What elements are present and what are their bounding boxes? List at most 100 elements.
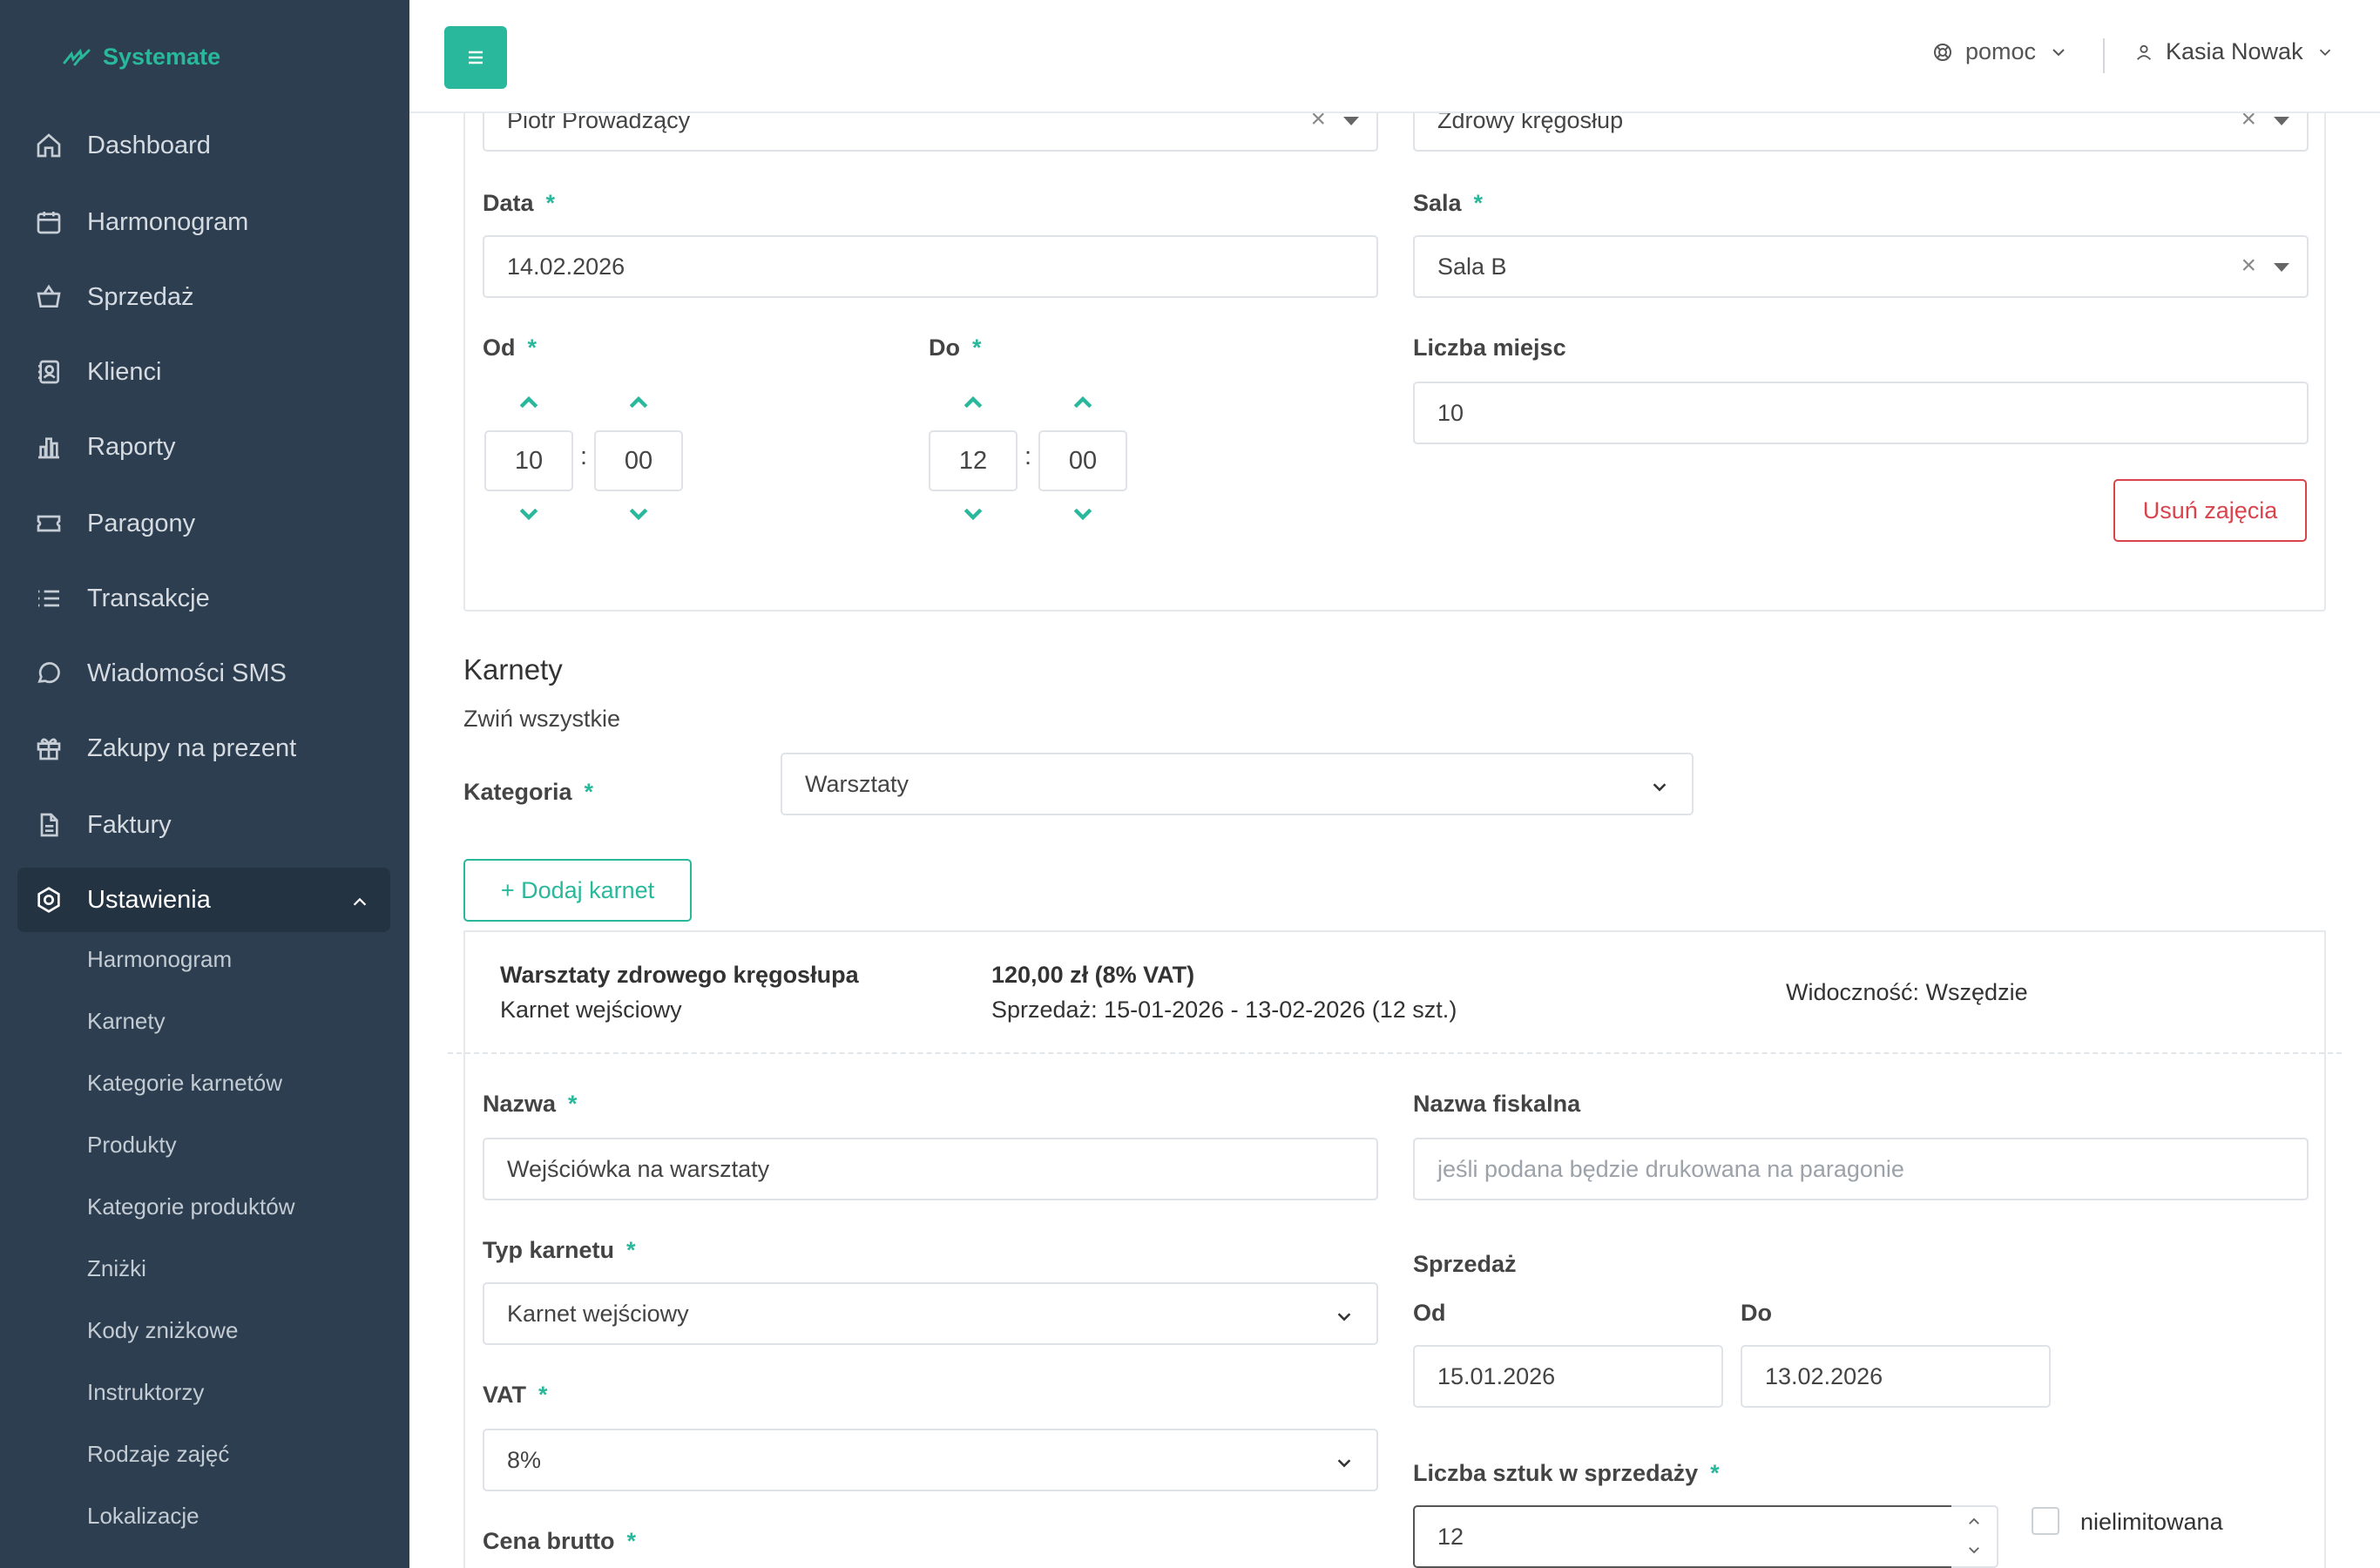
help-label: pomoc [1965, 38, 2037, 64]
sale-to-input[interactable]: 13.02.2026 [1741, 1345, 2051, 1408]
pass-summary-name[interactable]: Warsztaty zdrowego kręgosłupa [500, 962, 859, 989]
sidebar-item-label: Faktury [87, 810, 172, 839]
date-input[interactable]: 14.02.2026 [483, 235, 1378, 298]
sidebar-item-dashboard[interactable]: Dashboard [17, 113, 390, 178]
pass-summary-visibility: Widoczność: Wszędzie [1786, 979, 2028, 1005]
sale-from-value: 15.01.2026 [1437, 1362, 1556, 1389]
hour-up-icon[interactable] [960, 390, 986, 416]
submenu-item-karnety[interactable]: Karnety [87, 1008, 166, 1035]
category-value: Warsztaty [805, 770, 909, 797]
sidebar-item-label: Paragony [87, 509, 196, 537]
chevron-down-icon [2052, 48, 2065, 56]
clear-icon[interactable]: × [2241, 253, 2256, 279]
hour-down-icon[interactable] [516, 500, 542, 526]
room-select[interactable]: Sala B × [1413, 235, 2309, 298]
submenu-item-harmonogram[interactable]: Harmonogram [87, 946, 232, 973]
sidebar-item-faktury[interactable]: Faktury [17, 793, 390, 857]
fiscal-name-input[interactable]: jeśli podana będzie drukowana na paragon… [1413, 1138, 2309, 1200]
submenu-item-znizki[interactable]: Zniżki [87, 1255, 146, 1282]
minute-up-icon[interactable] [1070, 390, 1096, 416]
chevron-down-icon[interactable] [1966, 1542, 1982, 1558]
sidebar-item-klienci[interactable]: Klienci [17, 340, 390, 404]
bar-chart-icon [33, 431, 64, 463]
caret-down-icon[interactable] [2274, 263, 2289, 272]
chevron-down-icon [2319, 49, 2330, 56]
user-name: Kasia Nowak [2166, 38, 2303, 64]
sale-from-label: Od [1413, 1300, 1446, 1326]
chevron-down-icon[interactable] [1650, 775, 1669, 794]
lifebuoy-icon [1934, 43, 1951, 61]
chevron-up-icon[interactable] [1966, 1514, 1982, 1530]
minute-down-icon[interactable] [625, 500, 652, 526]
passes-section-title: Karnety [463, 653, 563, 686]
submenu-item-kategorie-karnetow[interactable]: Kategorie karnetów [87, 1070, 282, 1097]
collapse-all-link[interactable]: Zwiń wszystkie [463, 706, 620, 733]
submenu-item-instruktorzy[interactable]: Instruktorzy [87, 1379, 204, 1406]
unlimited-label: nielimitowana [2080, 1509, 2223, 1535]
delete-class-button[interactable]: Usuń zajęcia [2113, 479, 2307, 542]
submenu-item-lokalizacje[interactable]: Lokalizacje [87, 1503, 199, 1530]
submenu-item-rodzaje-zajec[interactable]: Rodzaje zajęć [87, 1441, 229, 1468]
settings-icon [33, 884, 64, 916]
unlimited-checkbox[interactable] [2032, 1507, 2059, 1535]
sale-to-label: Do [1741, 1300, 1772, 1326]
add-pass-button[interactable]: + Dodaj karnet [463, 859, 692, 922]
to-hour-input[interactable]: 12 [929, 430, 1018, 491]
sidebar-item-raporty[interactable]: Raporty [17, 415, 390, 479]
vat-select[interactable]: 8% [483, 1429, 1378, 1491]
chevron-up-icon[interactable] [350, 890, 369, 909]
user-menu[interactable]: Kasia Nowak [2134, 38, 2335, 65]
time-to-label: Do * [929, 335, 982, 361]
gift-icon [33, 733, 64, 764]
hour-down-icon[interactable] [960, 500, 986, 526]
pass-name-label: Nazwa * [483, 1091, 578, 1117]
hamburger-icon [469, 51, 483, 64]
chevron-down-icon[interactable] [1335, 1305, 1354, 1324]
category-label: Kategoria * [463, 779, 594, 805]
basket-icon [33, 281, 64, 313]
pass-type-label: Typ karnetu * [483, 1237, 636, 1263]
seats-value: 10 [1437, 399, 1464, 426]
minute-down-icon[interactable] [1070, 500, 1096, 526]
app-logo[interactable]: Systemate [63, 44, 220, 71]
sidebar-item-label: Zakupy na prezent [87, 733, 297, 762]
sidebar-item-harmonogram[interactable]: Harmonogram [17, 190, 390, 254]
top-header: pomoc Kasia Nowak [409, 0, 2380, 113]
to-minute-input[interactable]: 00 [1038, 430, 1127, 491]
caret-down-icon[interactable] [2274, 117, 2289, 125]
sidebar-item-paragony[interactable]: Paragony [17, 491, 390, 556]
gross-price-label: Cena brutto * [483, 1528, 637, 1554]
sidebar-item-label: Ustawienia [87, 885, 211, 914]
caret-down-icon[interactable] [1343, 117, 1359, 125]
sidebar-item-sprzedaz[interactable]: Sprzedaż [17, 265, 390, 329]
sidebar-item-ustawienia[interactable]: Ustawienia [17, 868, 390, 932]
chevron-down-icon[interactable] [1335, 1451, 1354, 1470]
pass-type-value: Karnet wejściowy [507, 1300, 689, 1327]
room-value: Sala B [1437, 253, 1507, 280]
menu-toggle-button[interactable] [444, 26, 507, 89]
from-hour-input[interactable]: 10 [484, 430, 573, 491]
logo-icon [63, 48, 91, 65]
submenu-item-produkty[interactable]: Produkty [87, 1132, 177, 1159]
sidebar-item-label: Harmonogram [87, 207, 249, 236]
help-menu[interactable]: pomoc [1932, 38, 2069, 65]
pass-name-input[interactable]: Wejściówka na warsztaty [483, 1138, 1378, 1200]
list-icon [33, 583, 64, 614]
hour-up-icon[interactable] [516, 390, 542, 416]
seats-input[interactable]: 10 [1413, 382, 2309, 444]
from-minute-input[interactable]: 00 [594, 430, 683, 491]
quantity-input[interactable]: 12 [1413, 1505, 1953, 1568]
pass-type-select[interactable]: Karnet wejściowy [483, 1282, 1378, 1345]
sidebar-item-transakcje[interactable]: Transakcje [17, 566, 390, 631]
sidebar-item-sms[interactable]: Wiadomości SMS [17, 641, 390, 706]
sidebar-item-prezent[interactable]: Zakupy na prezent [17, 716, 390, 781]
category-select[interactable]: Warsztaty [781, 753, 1694, 815]
vat-value: 8% [507, 1446, 542, 1473]
quantity-stepper[interactable] [1951, 1505, 1998, 1568]
header-divider [2103, 38, 2105, 73]
submenu-item-kategorie-produktow[interactable]: Kategorie produktów [87, 1193, 294, 1220]
minute-up-icon[interactable] [625, 390, 652, 416]
submenu-item-kody-znizkowe[interactable]: Kody zniżkowe [87, 1317, 238, 1344]
sale-from-input[interactable]: 15.01.2026 [1413, 1345, 1723, 1408]
date-value: 14.02.2026 [507, 253, 625, 280]
